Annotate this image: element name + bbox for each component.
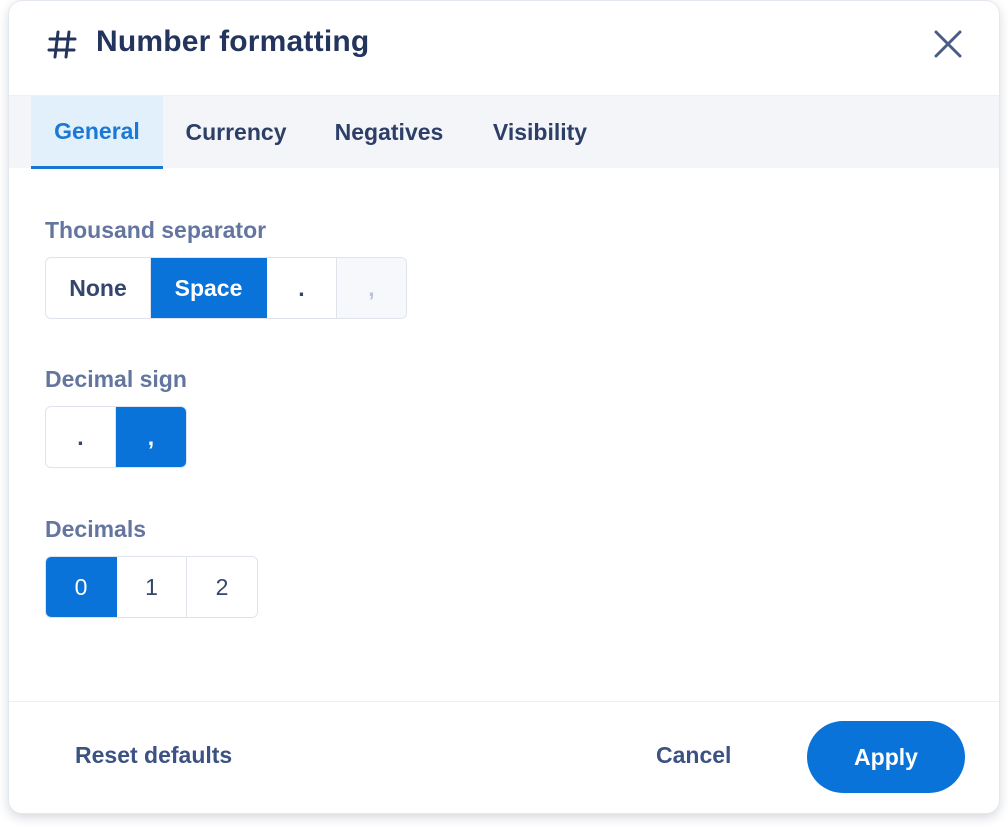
- dialog-title: Number formatting: [96, 25, 370, 58]
- decimals-group: 0 1 2: [45, 556, 258, 618]
- apply-button[interactable]: Apply: [807, 721, 965, 793]
- decimal-sign-group: . ,: [45, 406, 187, 468]
- decimal-sign-comma-button[interactable]: ,: [116, 407, 186, 467]
- tab-bar: General Currency Negatives Visibility: [9, 95, 999, 169]
- decimals-2-button[interactable]: 2: [187, 557, 257, 617]
- close-icon[interactable]: [931, 27, 965, 61]
- decimals-1-button[interactable]: 1: [117, 557, 187, 617]
- tab-general[interactable]: General: [31, 96, 163, 169]
- dialog-header: Number formatting: [9, 1, 999, 95]
- hash-icon: [47, 30, 77, 59]
- thousand-sep-dot-button[interactable]: .: [267, 258, 337, 318]
- number-formatting-dialog: Number formatting General Currency Negat…: [8, 0, 1000, 814]
- tab-visibility[interactable]: Visibility: [477, 96, 603, 169]
- decimal-sign-dot-button[interactable]: .: [46, 407, 116, 467]
- tab-currency[interactable]: Currency: [171, 96, 301, 169]
- cancel-button[interactable]: Cancel: [656, 742, 731, 769]
- decimals-0-button[interactable]: 0: [46, 557, 117, 617]
- decimal-sign-label: Decimal sign: [45, 366, 187, 392]
- reset-defaults-button[interactable]: Reset defaults: [75, 742, 232, 769]
- thousand-separator-label: Thousand separator: [45, 217, 267, 243]
- tab-negatives[interactable]: Negatives: [317, 96, 461, 169]
- thousand-sep-space-button[interactable]: Space: [151, 258, 267, 318]
- dialog-footer: Reset defaults Cancel Apply: [9, 701, 999, 813]
- decimals-label: Decimals: [45, 516, 147, 542]
- thousand-sep-comma-button: ,: [337, 258, 406, 318]
- thousand-sep-none-button[interactable]: None: [46, 258, 151, 318]
- thousand-separator-group: None Space . ,: [45, 257, 407, 319]
